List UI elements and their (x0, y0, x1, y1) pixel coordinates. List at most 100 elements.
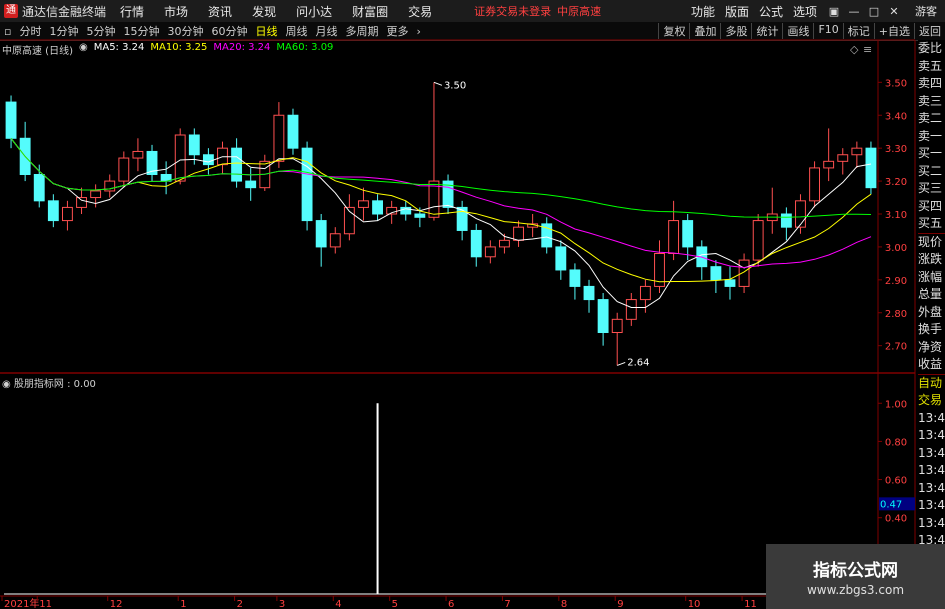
y-tick-label: 2.90 (885, 276, 907, 287)
candle-body (231, 147, 243, 182)
sidebar-item[interactable]: 卖五 (918, 58, 945, 76)
candle-body (611, 318, 623, 334)
sidebar-item[interactable]: 交易 (918, 392, 945, 410)
sidebar-item[interactable]: 总量 (918, 286, 945, 304)
sidebar-item[interactable]: 13:45 (918, 515, 945, 533)
candle-body (188, 134, 200, 156)
sidebar-item[interactable]: 13:44 (918, 410, 945, 428)
x-tick-label: 11 (744, 599, 757, 609)
y-tick-label: 3.40 (885, 111, 907, 122)
candle-body (865, 147, 877, 189)
legend-ma10: MA10: 3.25 (150, 42, 208, 53)
annotation-label: 2.64 (627, 357, 649, 368)
watermark-title: 指标公式网 (813, 561, 898, 581)
x-tick-label: 2 (237, 599, 243, 609)
candle-body (625, 299, 637, 320)
candle-body (202, 154, 214, 166)
settings-icon: ◇ (850, 43, 859, 56)
y-tick-label: 2.70 (885, 342, 907, 353)
sidebar-item[interactable]: 涨跌 (918, 251, 945, 269)
sidebar-item[interactable]: 卖一 (918, 128, 945, 146)
sidebar-item[interactable]: 13:45 (918, 497, 945, 515)
kline-chart[interactable]: ◇ ≡ 3.50 3.40 3.30 3.20 3.10 3.00 2.90 2.80 2.70 1.… (0, 0, 918, 609)
sidebar-item[interactable]: 买一 (918, 145, 945, 163)
candle-body (287, 114, 299, 149)
menu-icon: ≡ (863, 43, 872, 56)
sidebar-item[interactable]: 13:44 (918, 427, 945, 445)
candle-body (118, 157, 130, 182)
candle-body (724, 279, 736, 287)
x-tick-label: 4 (335, 599, 341, 609)
sidebar-item[interactable]: 现价 (918, 232, 945, 252)
sidebar-item[interactable]: 卖三 (918, 93, 945, 111)
candle-body (245, 180, 257, 189)
y-tick-label: 3.50 (885, 78, 907, 89)
sidebar-item[interactable]: 13:45 (918, 445, 945, 463)
candle-body (668, 220, 680, 254)
candle-body (329, 233, 341, 248)
candle-body (484, 246, 496, 258)
sidebar-item[interactable]: 净资 (918, 339, 945, 357)
sidebar-item[interactable]: 委比 (918, 40, 945, 58)
candle-body (470, 229, 482, 258)
current-value-label: 0.47 (880, 499, 902, 510)
ind-tick-label: 0.60 (885, 476, 907, 487)
sidebar-item[interactable]: 买三 (918, 180, 945, 198)
candle-body (513, 226, 524, 241)
candle-body (273, 114, 285, 162)
candle-body (174, 134, 186, 182)
candle-body (597, 299, 609, 334)
chart-title: 中原高速 (日线) (2, 46, 73, 57)
guest-label[interactable]: 游客 (915, 3, 937, 19)
candle-body (414, 213, 426, 218)
sidebar-item[interactable]: 买二 (918, 163, 945, 181)
sidebar-item[interactable]: 卖四 (918, 75, 945, 93)
candle-body (456, 206, 468, 231)
indicator-title: 股朋指标网 : 0.00 (13, 379, 96, 390)
sidebar-item[interactable]: 自动 (918, 373, 945, 393)
indicator-collapse-icon[interactable]: ◉ (2, 379, 11, 390)
candle-body (5, 101, 17, 139)
sidebar-item[interactable]: 收益 (918, 356, 945, 374)
sidebar-item[interactable]: 卖二 (918, 110, 945, 128)
ind-tick-label: 0.40 (885, 514, 907, 525)
legend-ma20: MA20: 3.24 (213, 42, 271, 53)
annotation-pointer (433, 81, 443, 86)
annotation-label: 3.50 (444, 80, 466, 91)
x-tick-label: 12 (110, 599, 123, 609)
x-tick-label: 8 (561, 599, 567, 609)
candle-body (569, 269, 581, 287)
ind-tick-label: 0.80 (885, 437, 907, 448)
ind-tick-label: 1.00 (885, 399, 907, 410)
candle-body (809, 167, 820, 202)
candle-body (780, 213, 792, 228)
candle-body (90, 190, 102, 199)
y-tick-label: 3.20 (885, 177, 907, 188)
y-tick-label: 2.80 (885, 309, 907, 320)
x-tick-label: 3 (279, 599, 285, 609)
annotation-pointer (617, 361, 626, 366)
candle-body (795, 200, 806, 228)
legend-collapse-icon[interactable]: ◉ (79, 42, 88, 56)
candle-body (132, 150, 144, 159)
sidebar-item[interactable]: 13:45 (918, 480, 945, 498)
sidebar-item[interactable]: 13:45 (918, 462, 945, 480)
candle-body (33, 174, 45, 202)
legend-ma60: MA60: 3.09 (276, 42, 334, 53)
tool-back[interactable]: 返回 (914, 23, 945, 39)
x-tick-label: 5 (392, 599, 398, 609)
sidebar-item[interactable]: 买五 (918, 215, 945, 233)
candle-body (499, 239, 510, 248)
indicator-legend: ◉ 股朋指标网 : 0.00 (2, 375, 96, 390)
candle-body (823, 160, 835, 169)
price-legend: 中原高速 (日线) ◉ MA5: 3.24 MA10: 3.25 MA20: 3… (2, 42, 339, 57)
x-tick-label: 7 (504, 599, 510, 609)
sidebar-item[interactable]: 涨幅 (918, 269, 945, 287)
sidebar-item[interactable]: 外盘 (918, 304, 945, 322)
x-tick-label: 10 (688, 599, 701, 609)
sidebar-item[interactable]: 换手 (918, 321, 945, 339)
y-tick-label: 3.30 (885, 144, 907, 155)
x-tick-label: 9 (617, 599, 623, 609)
sidebar-item[interactable]: 买四 (918, 198, 945, 216)
candle-body (76, 197, 87, 208)
